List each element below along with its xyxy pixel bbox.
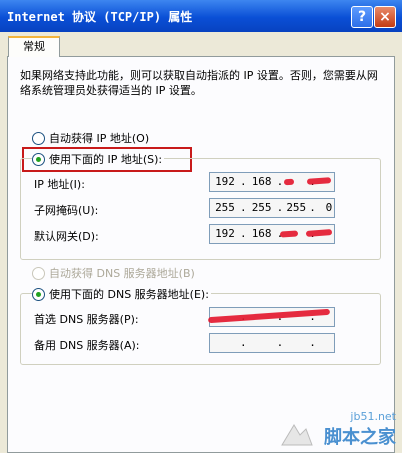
radio-circle-disabled — [32, 266, 45, 280]
description-text: 如果网络支持此功能，则可以获取自动指派的 IP 设置。否则，您需要从网络系统管理… — [20, 69, 378, 97]
radio-manual-ip[interactable]: 使用下面的 IP 地址(S): — [32, 151, 165, 167]
subnet-mask-input[interactable]: 255. 255. 255. 0 — [209, 198, 335, 218]
radio-circle — [32, 131, 45, 145]
radio-manual-dns[interactable]: 使用下面的 DNS 服务器地址(E): — [32, 286, 211, 302]
close-button[interactable]: × — [374, 6, 396, 28]
redaction-mark — [283, 178, 295, 186]
tab-general[interactable]: 常规 — [8, 36, 60, 57]
radio-auto-dns: 自动获得 DNS 服务器地址(B) — [32, 265, 195, 281]
alternate-dns-label: 备用 DNS 服务器(A): — [34, 339, 140, 352]
watermark: jb51.net 脚本之家 — [324, 410, 396, 449]
dns-group — [20, 293, 381, 365]
title-bar: Internet 协议 (TCP/IP) 属性 ? × — [0, 0, 402, 32]
ip-address-label: IP 地址(I): — [34, 178, 85, 191]
preferred-dns-label: 首选 DNS 服务器(P): — [34, 313, 139, 326]
radio-circle-selected — [32, 287, 45, 301]
radio-auto-ip-label: 自动获得 IP 地址(O) — [49, 132, 150, 145]
radio-manual-dns-label: 使用下面的 DNS 服务器地址(E): — [49, 288, 209, 301]
radio-circle-selected — [32, 152, 45, 166]
watermark-site: jb51.net — [350, 410, 396, 423]
alternate-dns-input[interactable]: ... — [209, 333, 335, 353]
watermark-name: 脚本之家 — [324, 427, 396, 448]
redaction-mark — [279, 230, 299, 238]
radio-auto-ip[interactable]: 自动获得 IP 地址(O) — [32, 130, 149, 146]
default-gateway-label: 默认网关(D): — [34, 230, 99, 243]
radio-auto-dns-label: 自动获得 DNS 服务器地址(B) — [49, 267, 195, 280]
watermark-logo-icon — [281, 424, 313, 446]
window-title: Internet 协议 (TCP/IP) 属性 — [7, 10, 193, 24]
subnet-mask-label: 子网掩码(U): — [34, 204, 99, 217]
help-button[interactable]: ? — [351, 6, 373, 28]
radio-manual-ip-label: 使用下面的 IP 地址(S): — [49, 153, 163, 166]
